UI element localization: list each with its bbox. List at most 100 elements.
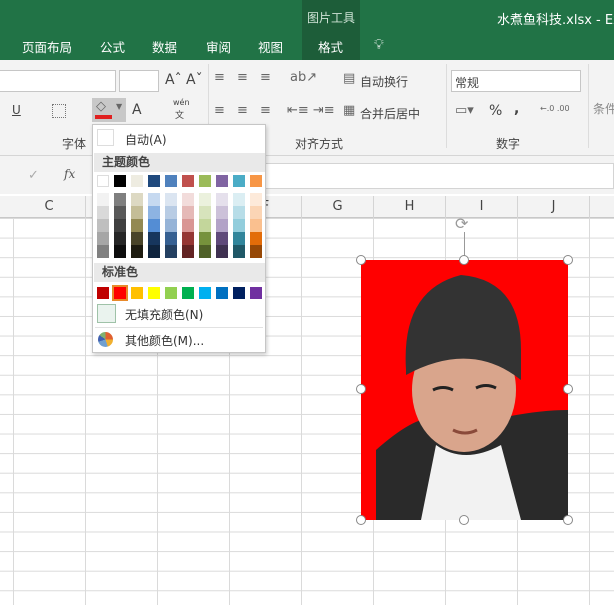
theme-shade-swatch[interactable] [233, 232, 245, 245]
phonetic-bottom[interactable]: 文 [175, 108, 184, 121]
theme-shade-swatch[interactable] [148, 232, 160, 245]
theme-shade-swatch[interactable] [148, 206, 160, 219]
theme-shade-swatch[interactable] [233, 245, 245, 258]
theme-color-swatch[interactable] [233, 175, 245, 187]
theme-shade-swatch[interactable] [114, 193, 126, 206]
theme-shade-swatch[interactable] [216, 232, 228, 245]
tab-format[interactable]: 格式 [318, 37, 343, 56]
column-header[interactable]: J [518, 196, 590, 218]
theme-shade-swatch[interactable] [148, 245, 160, 258]
standard-color-swatch[interactable] [131, 287, 143, 299]
theme-shade-swatch[interactable] [199, 219, 211, 232]
grow-font-icon[interactable]: Aˆ Aˇ [165, 72, 203, 88]
horizontal-align-icons[interactable]: ≡ ≡ ≡ [214, 103, 275, 118]
theme-shade-swatch[interactable] [97, 193, 109, 206]
fill-color-button[interactable]: ◇ ▼ [92, 98, 126, 122]
menu-item-auto[interactable]: 自动(A) [125, 131, 167, 148]
resize-handle[interactable] [356, 384, 366, 394]
theme-color-swatch[interactable] [250, 175, 262, 187]
standard-color-swatch[interactable] [182, 287, 194, 299]
tab-page-layout[interactable]: 页面布局 [22, 37, 72, 56]
theme-color-swatch[interactable] [148, 175, 160, 187]
theme-shade-swatch[interactable] [131, 232, 143, 245]
theme-color-swatch[interactable] [216, 175, 228, 187]
theme-shade-swatch[interactable] [233, 219, 245, 232]
picture[interactable] [361, 260, 568, 520]
theme-shade-swatch[interactable] [131, 193, 143, 206]
number-format-select[interactable]: 常规 [451, 70, 581, 92]
standard-color-swatch[interactable] [148, 287, 160, 299]
comma-button[interactable]: , [514, 101, 519, 117]
theme-color-swatch[interactable] [97, 175, 109, 187]
theme-shade-swatch[interactable] [233, 206, 245, 219]
resize-handle[interactable] [563, 384, 573, 394]
percent-button[interactable]: % [489, 103, 502, 119]
theme-color-swatch[interactable] [114, 175, 126, 187]
currency-icon[interactable]: ▭▾ [455, 103, 474, 118]
standard-color-swatch[interactable] [165, 287, 177, 299]
tab-view[interactable]: 视图 [258, 37, 283, 56]
decimal-icons[interactable]: ←.0 .00 [540, 104, 570, 113]
menu-item-more-colors[interactable]: 其他颜色(M)... [125, 332, 204, 349]
standard-color-swatch[interactable] [216, 287, 228, 299]
theme-shade-swatch[interactable] [148, 193, 160, 206]
lightbulb-icon[interactable]: 💡︎ [374, 37, 384, 53]
theme-shade-swatch[interactable] [97, 219, 109, 232]
theme-shade-swatch[interactable] [182, 193, 194, 206]
font-size-box[interactable] [119, 70, 159, 92]
theme-shade-swatch[interactable] [182, 245, 194, 258]
tab-review[interactable]: 审阅 [206, 37, 231, 56]
theme-shade-swatch[interactable] [165, 219, 177, 232]
theme-shade-swatch[interactable] [250, 245, 262, 258]
theme-shade-swatch[interactable] [165, 232, 177, 245]
menu-item-no-fill[interactable]: 无填充颜色(N) [125, 306, 203, 323]
orientation-icon[interactable]: ab↗ [290, 70, 317, 85]
theme-shade-swatch[interactable] [97, 232, 109, 245]
theme-shade-swatch[interactable] [114, 232, 126, 245]
theme-color-swatch[interactable] [199, 175, 211, 187]
tab-data[interactable]: 数据 [152, 37, 177, 56]
theme-shade-swatch[interactable] [199, 206, 211, 219]
theme-shade-swatch[interactable] [216, 219, 228, 232]
fx-icon[interactable]: fx [64, 167, 75, 181]
resize-handle[interactable] [459, 255, 469, 265]
column-header[interactable]: C [13, 196, 86, 218]
tab-formulas[interactable]: 公式 [100, 37, 125, 56]
border-icon[interactable] [52, 104, 66, 118]
standard-color-swatch[interactable] [112, 285, 128, 301]
theme-shade-swatch[interactable] [250, 206, 262, 219]
standard-color-swatch[interactable] [233, 287, 245, 299]
theme-shade-swatch[interactable] [199, 245, 211, 258]
resize-handle[interactable] [563, 515, 573, 525]
auto-color-swatch[interactable] [97, 129, 114, 146]
theme-shade-swatch[interactable] [182, 232, 194, 245]
theme-shade-swatch[interactable] [131, 219, 143, 232]
theme-shade-swatch[interactable] [250, 193, 262, 206]
theme-shade-swatch[interactable] [131, 206, 143, 219]
resize-handle[interactable] [459, 515, 469, 525]
rotate-handle-icon[interactable]: ⟳ [455, 214, 468, 233]
underline-button[interactable]: U [12, 103, 21, 117]
check-icon[interactable]: ✓ [28, 168, 39, 183]
theme-shade-swatch[interactable] [216, 245, 228, 258]
theme-shade-swatch[interactable] [114, 206, 126, 219]
resize-handle[interactable] [563, 255, 573, 265]
theme-shade-swatch[interactable] [182, 219, 194, 232]
theme-shade-swatch[interactable] [199, 193, 211, 206]
theme-shade-swatch[interactable] [114, 219, 126, 232]
theme-shade-swatch[interactable] [165, 206, 177, 219]
theme-shade-swatch[interactable] [233, 193, 245, 206]
standard-color-swatch[interactable] [97, 287, 109, 299]
theme-shade-swatch[interactable] [165, 245, 177, 258]
theme-shade-swatch[interactable] [148, 219, 160, 232]
theme-shade-swatch[interactable] [165, 193, 177, 206]
theme-shade-swatch[interactable] [182, 206, 194, 219]
resize-handle[interactable] [356, 255, 366, 265]
merge-center-button[interactable]: 合并后居中 [360, 105, 420, 122]
font-color-button[interactable]: A [132, 102, 142, 118]
theme-shade-swatch[interactable] [131, 245, 143, 258]
theme-shade-swatch[interactable] [250, 219, 262, 232]
theme-color-swatch[interactable] [131, 175, 143, 187]
phonetic-top[interactable]: wén [173, 98, 190, 107]
wrap-text-button[interactable]: 自动换行 [360, 73, 408, 90]
